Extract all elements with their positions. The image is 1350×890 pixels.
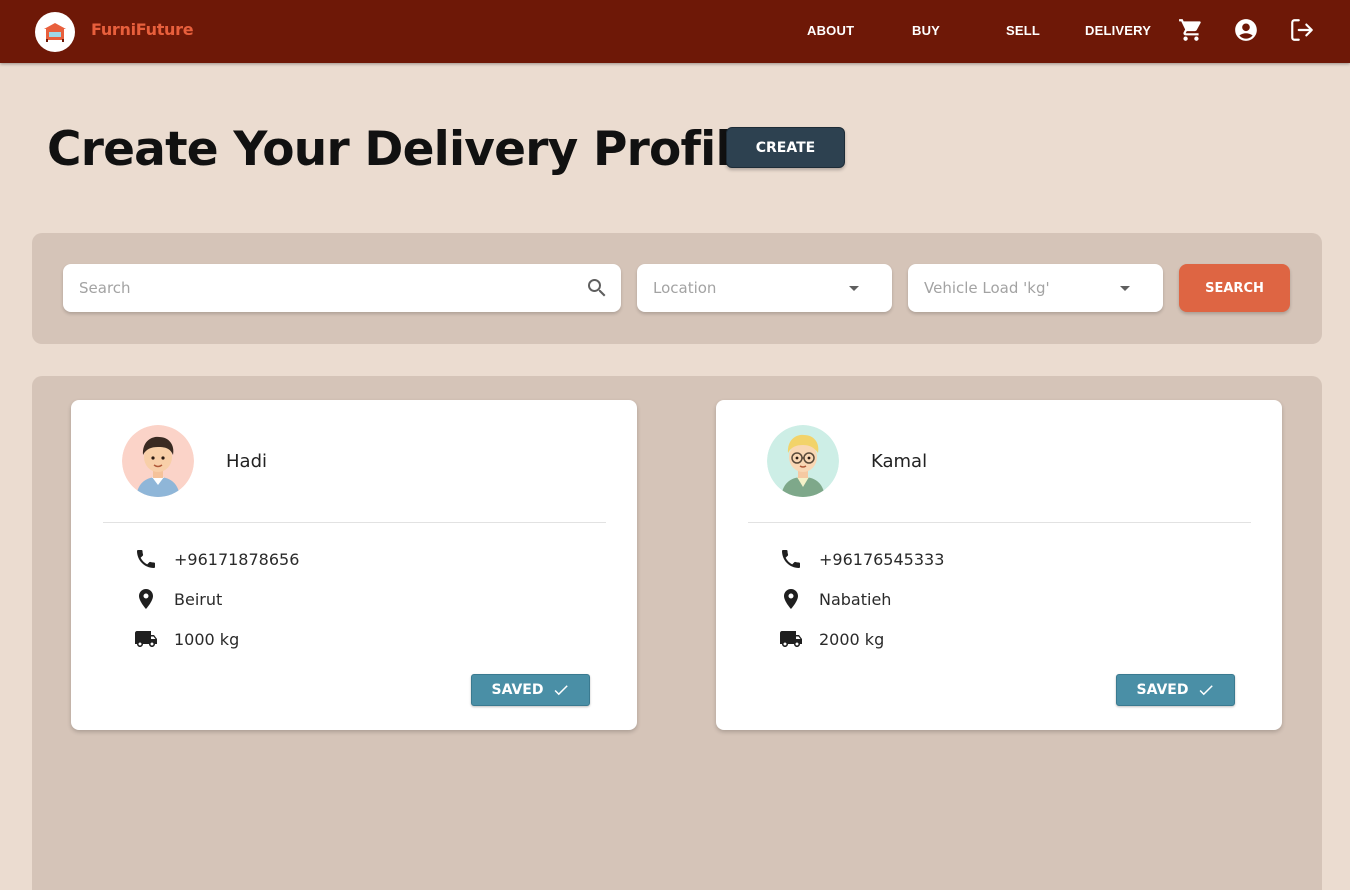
filter-panel: Search Location Vehicle Load 'kg' SEARCH bbox=[32, 233, 1322, 344]
load-row: 1000 kg bbox=[134, 627, 534, 651]
profile-card: Kamal +96176545333 Nabatieh 2000 kg SAVE… bbox=[716, 400, 1282, 730]
avatar bbox=[122, 425, 194, 497]
truck-icon bbox=[135, 631, 157, 647]
phone-row: +96171878656 bbox=[134, 547, 534, 571]
location-placeholder: Location bbox=[653, 279, 717, 297]
search-placeholder: Search bbox=[79, 279, 131, 297]
load-value: 2000 kg bbox=[819, 630, 885, 649]
phone-row: +96176545333 bbox=[779, 547, 1179, 571]
chevron-down-icon[interactable] bbox=[842, 276, 866, 300]
logout-icon[interactable] bbox=[1289, 17, 1315, 43]
brand-name[interactable]: FurniFuture bbox=[91, 20, 194, 39]
page-title: Create Your Delivery Profile bbox=[47, 122, 763, 177]
phone-value: +96176545333 bbox=[819, 550, 945, 569]
search-input[interactable]: Search bbox=[63, 264, 621, 312]
nav-buy[interactable]: BUY bbox=[912, 23, 940, 38]
location-value: Beirut bbox=[174, 590, 223, 609]
location-select[interactable]: Location bbox=[637, 264, 892, 312]
phone-icon bbox=[137, 550, 155, 568]
location-row: Beirut bbox=[134, 587, 534, 611]
load-value: 1000 kg bbox=[174, 630, 240, 649]
location-value: Nabatieh bbox=[819, 590, 892, 609]
create-profile-button[interactable]: CREATE bbox=[726, 127, 845, 168]
nav-about[interactable]: ABOUT bbox=[807, 23, 854, 38]
nav-sell[interactable]: SELL bbox=[1006, 23, 1040, 38]
truck-icon bbox=[780, 631, 802, 647]
phone-icon bbox=[782, 550, 800, 568]
logo-icon[interactable] bbox=[35, 12, 75, 52]
location-pin-icon bbox=[139, 589, 153, 609]
vehicle-load-placeholder: Vehicle Load 'kg' bbox=[924, 279, 1050, 297]
check-icon bbox=[1199, 685, 1213, 696]
nav-delivery[interactable]: DELIVERY bbox=[1085, 23, 1151, 38]
saved-label: SAVED bbox=[491, 682, 544, 698]
avatar bbox=[767, 425, 839, 497]
saved-button[interactable]: SAVED bbox=[1116, 674, 1235, 706]
location-pin-icon bbox=[784, 589, 798, 609]
search-icon[interactable] bbox=[585, 276, 609, 300]
results-panel: Hadi +96171878656 Beirut 1000 kg SAVED K… bbox=[32, 376, 1322, 890]
cart-icon[interactable] bbox=[1178, 17, 1204, 43]
check-icon bbox=[554, 685, 568, 696]
saved-label: SAVED bbox=[1136, 682, 1189, 698]
vehicle-load-select[interactable]: Vehicle Load 'kg' bbox=[908, 264, 1163, 312]
divider bbox=[748, 522, 1251, 523]
chevron-down-icon[interactable] bbox=[1113, 276, 1137, 300]
account-icon[interactable] bbox=[1233, 17, 1259, 43]
location-row: Nabatieh bbox=[779, 587, 1179, 611]
load-row: 2000 kg bbox=[779, 627, 1179, 651]
saved-button[interactable]: SAVED bbox=[471, 674, 590, 706]
phone-value: +96171878656 bbox=[174, 550, 300, 569]
profile-card: Hadi +96171878656 Beirut 1000 kg SAVED bbox=[71, 400, 637, 730]
profile-name: Hadi bbox=[226, 451, 267, 472]
profile-name: Kamal bbox=[871, 451, 928, 472]
top-navbar: FurniFuture ABOUT BUY SELL DELIVERY bbox=[0, 0, 1350, 63]
search-button[interactable]: SEARCH bbox=[1179, 264, 1290, 312]
divider bbox=[103, 522, 606, 523]
